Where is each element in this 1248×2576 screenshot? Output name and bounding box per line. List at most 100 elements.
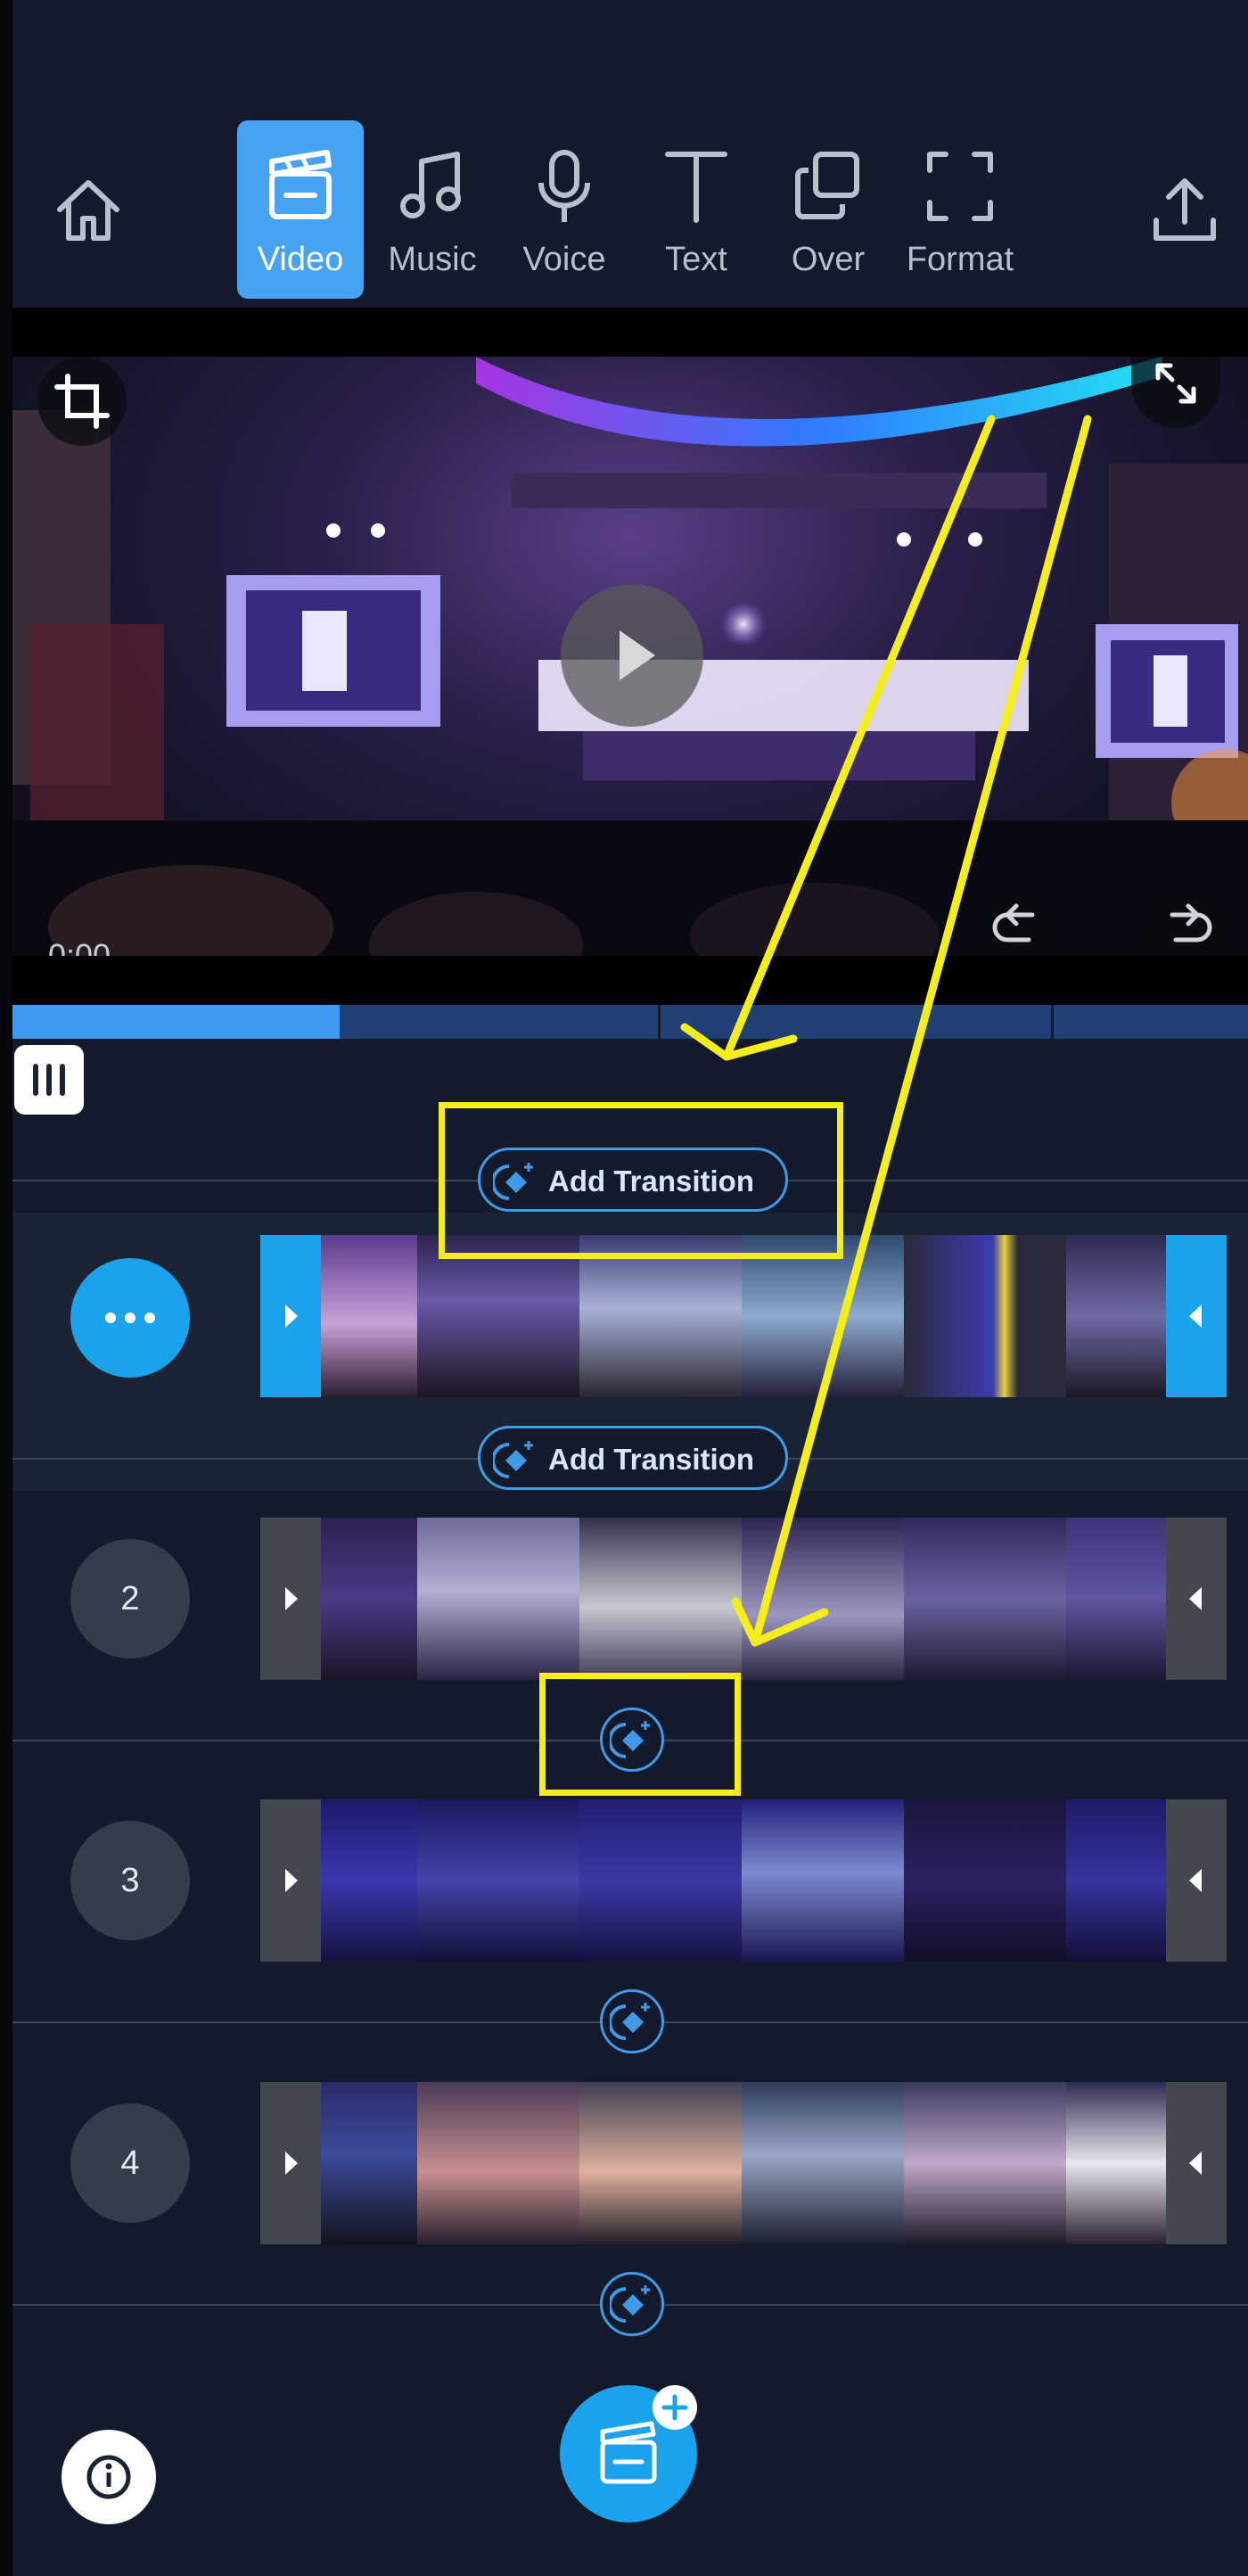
clip-thumbnail	[1066, 2082, 1166, 2244]
clip-thumbnail	[321, 1518, 417, 1680]
preview-divider	[12, 956, 1248, 1005]
trim-right-arrow-icon	[260, 1304, 321, 1397]
tab-text-label: Text	[665, 241, 727, 278]
bars-icon	[14, 1064, 84, 1118]
trim-left-arrow-icon	[1166, 2152, 1227, 2244]
more-dots-icon	[70, 1313, 190, 1381]
transition-icon	[608, 1999, 654, 2048]
info-button[interactable]	[62, 2430, 156, 2524]
clip-thumbnail	[1066, 1235, 1166, 1397]
annotation-box	[539, 1673, 741, 1796]
trim-handle-start[interactable]	[260, 2082, 321, 2244]
trim-handle-end[interactable]	[1166, 1235, 1227, 1397]
add-transition-label: Add Transition	[548, 1443, 754, 1476]
crop-button[interactable]	[37, 357, 127, 446]
trim-right-arrow-icon	[260, 2152, 321, 2244]
play-icon	[561, 630, 703, 730]
clip-thumbnail	[904, 1799, 1066, 1962]
annotation-box	[439, 1102, 843, 1259]
home-icon	[53, 174, 124, 245]
transition-button[interactable]	[600, 2272, 664, 2336]
clip-thumbnail	[417, 1799, 579, 1962]
tab-voice[interactable]: Voice	[501, 120, 628, 299]
left-edge	[0, 0, 12, 2576]
clip-thumbnail	[579, 1235, 742, 1397]
transition-button[interactable]	[600, 1989, 664, 2053]
trim-right-arrow-icon	[260, 1869, 321, 1962]
top-toolbar: Video Music Voice Text Over Format	[12, 0, 1248, 308]
clip-thumbnail	[904, 1518, 1066, 1680]
expand-icon	[1131, 363, 1220, 432]
home-button[interactable]	[53, 174, 124, 245]
video-preview[interactable]: 0:00	[12, 357, 1248, 956]
clip-thumbnail	[579, 1518, 742, 1680]
segment-divider	[1051, 1005, 1054, 1039]
tab-video-label: Video	[257, 241, 344, 278]
clip-number-4[interactable]: 4	[70, 2103, 190, 2223]
clip-thumbnail	[1066, 1518, 1166, 1680]
tab-over[interactable]: Over	[765, 120, 891, 299]
trim-handle-start[interactable]	[260, 1235, 321, 1397]
clip-thumbnail	[417, 2082, 579, 2244]
tab-over-label: Over	[791, 241, 866, 278]
tab-text[interactable]: Text	[633, 120, 759, 299]
clip-thumbnail	[417, 1518, 579, 1680]
tab-format-label: Format	[906, 241, 1014, 278]
plus-icon	[653, 2394, 697, 2433]
clip-thumbnail	[417, 1235, 579, 1397]
redo-icon	[1140, 903, 1229, 956]
clip-thumbnail	[321, 1799, 417, 1962]
add-transition-button[interactable]: Add Transition	[478, 1426, 788, 1490]
trim-handle-start[interactable]	[260, 1799, 321, 1962]
trim-handle-end[interactable]	[1166, 1518, 1227, 1680]
share-upload-icon	[1149, 174, 1220, 245]
add-clip-icon	[560, 2421, 697, 2526]
export-button[interactable]	[1149, 174, 1220, 245]
play-button[interactable]	[561, 584, 703, 727]
tab-video[interactable]: Video	[237, 120, 364, 299]
clip-thumbnail	[579, 2082, 742, 2244]
clip-thumbnail	[742, 2082, 904, 2244]
expand-button[interactable]	[1131, 357, 1220, 428]
clip-strip-2[interactable]	[260, 1518, 1227, 1680]
redo-button[interactable]	[1140, 892, 1229, 956]
info-icon	[62, 2455, 156, 2528]
clip-thumbnail	[321, 1235, 417, 1397]
clip-thumbnail	[742, 1518, 904, 1680]
segment-divider	[658, 1005, 661, 1039]
tab-format[interactable]: Format	[897, 120, 1023, 299]
clip-options-button[interactable]	[70, 1258, 190, 1378]
clip-thumbnail	[742, 1235, 904, 1397]
clip-strip-1[interactable]	[260, 1235, 1227, 1397]
trim-handle-end[interactable]	[1166, 1799, 1227, 1962]
track-menu-button[interactable]	[14, 1045, 84, 1115]
clip-strip-4[interactable]	[260, 2082, 1227, 2244]
progress-fill	[12, 1005, 340, 1039]
trim-left-arrow-icon	[1166, 1304, 1227, 1397]
clip-thumbnail	[1066, 1799, 1166, 1962]
timeline-progress-bar[interactable]	[12, 1005, 1248, 1039]
clip-number-3[interactable]: 3	[70, 1821, 190, 1940]
transition-icon	[491, 1437, 538, 1489]
trim-left-arrow-icon	[1166, 1869, 1227, 1962]
tab-music-label: Music	[388, 241, 477, 278]
clip-thumbnail	[742, 1799, 904, 1962]
trim-handle-end[interactable]	[1166, 2082, 1227, 2244]
add-clip-button[interactable]	[560, 2385, 697, 2523]
transition-icon	[608, 2282, 654, 2331]
tab-voice-label: Voice	[522, 241, 606, 278]
clip-number-2[interactable]: 2	[70, 1539, 190, 1658]
trim-right-arrow-icon	[260, 1587, 321, 1680]
undo-icon	[975, 903, 1064, 956]
plus-badge	[653, 2385, 697, 2430]
clip-thumbnail	[904, 1235, 1066, 1397]
timestamp: 0:00	[48, 937, 111, 957]
clip-thumbnail	[904, 2082, 1066, 2244]
clip-strip-3[interactable]	[260, 1799, 1227, 1962]
tab-music[interactable]: Music	[369, 120, 496, 299]
undo-button[interactable]	[975, 892, 1064, 956]
clip-thumbnail	[579, 1799, 742, 1962]
toolbar-divider	[12, 308, 1248, 357]
crop-icon	[37, 374, 127, 449]
trim-handle-start[interactable]	[260, 1518, 321, 1680]
